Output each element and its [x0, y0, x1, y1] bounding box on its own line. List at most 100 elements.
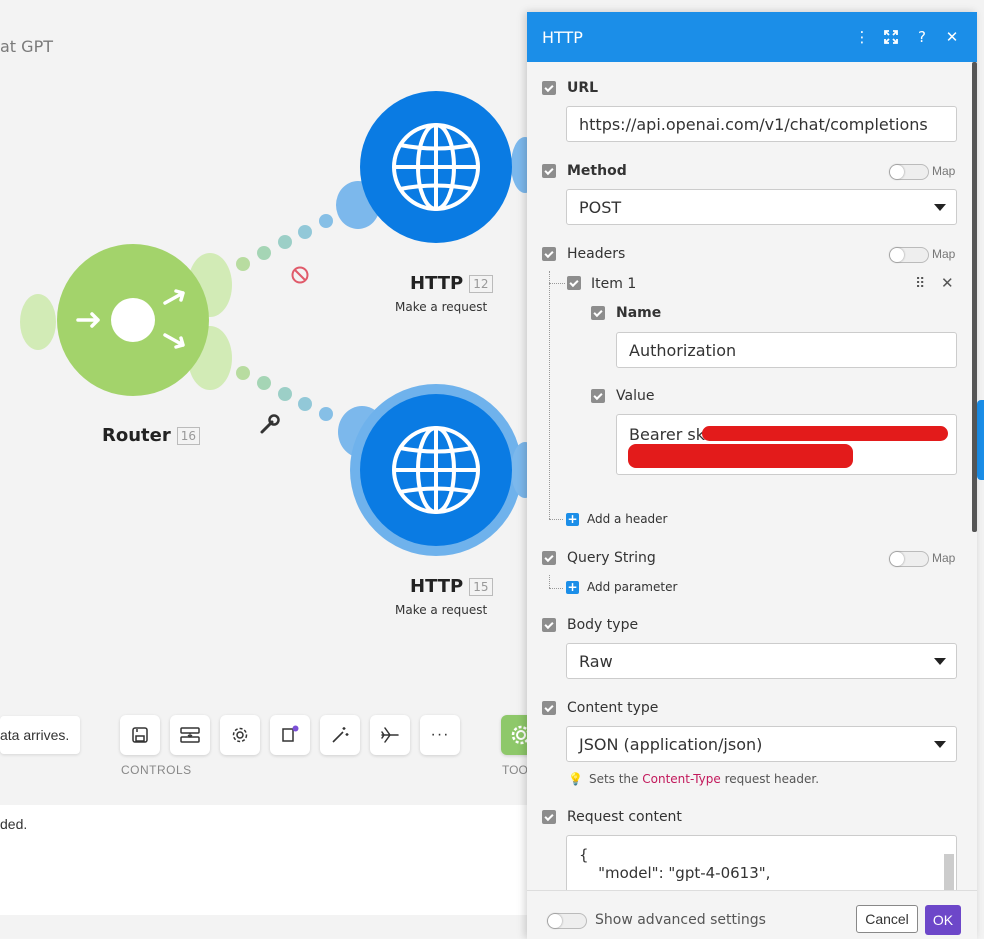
body-type-label: Body type — [567, 617, 639, 633]
item1-label: Item 1 — [591, 276, 637, 292]
scenario-settings-button[interactable] — [220, 715, 260, 755]
explain-flow-button[interactable] — [370, 715, 410, 755]
method-select[interactable]: POST — [566, 189, 957, 225]
http-12-id-badge: 12 — [469, 275, 493, 293]
request-content-textarea[interactable]: { "model": "gpt-4-0613", — [566, 835, 957, 895]
add-header-button[interactable]: + Add a header — [566, 512, 668, 526]
advanced-settings-label: Show advanced settings — [595, 912, 766, 928]
panel-header: HTTP ⋮ ? ✕ — [527, 12, 977, 62]
value-collapse-toggle[interactable] — [591, 389, 605, 403]
magic-wand-icon — [332, 727, 349, 743]
tree-branch — [549, 519, 563, 520]
notes-icon — [282, 725, 299, 742]
header-name-label: Name — [616, 305, 662, 321]
request-content-label: Request content — [567, 809, 682, 825]
notes-button[interactable] — [270, 715, 310, 755]
trigger-message: ata arrives. — [0, 727, 70, 743]
method-map-toggle[interactable] — [889, 164, 929, 180]
request-content-collapse-toggle[interactable] — [542, 810, 556, 824]
offscreen-node-fragment — [977, 400, 984, 480]
method-select-value: POST — [579, 197, 622, 217]
http-12-subtitle: Make a request — [395, 300, 488, 314]
content-type-value: JSON (application/json) — [579, 734, 763, 754]
query-string-label: Query String — [567, 550, 656, 566]
query-map-toggle[interactable] — [889, 551, 929, 567]
panel-title: HTTP — [542, 28, 583, 47]
content-type-link: Content-Type — [642, 772, 721, 786]
url-collapse-toggle[interactable] — [542, 81, 556, 95]
redaction-mark — [702, 426, 948, 441]
query-collapse-toggle[interactable] — [542, 551, 556, 565]
filter-disabled-icon[interactable] — [291, 266, 309, 284]
tree-branch — [549, 588, 563, 589]
save-icon — [132, 727, 148, 743]
cancel-button[interactable]: Cancel — [856, 905, 918, 933]
auto-align-icon — [180, 727, 200, 743]
kebab-menu-icon[interactable]: ⋮ — [851, 26, 873, 48]
caret-down-icon — [934, 741, 946, 748]
content-type-select[interactable]: JSON (application/json) — [566, 726, 957, 762]
headers-map-label: Map — [932, 247, 956, 261]
method-collapse-toggle[interactable] — [542, 164, 556, 178]
textarea-scrollbar[interactable] — [944, 854, 954, 894]
request-content-line: { — [579, 846, 589, 864]
headers-tree-line — [549, 271, 550, 519]
header-value-label: Value — [616, 388, 655, 404]
tools-label: TOO — [502, 763, 528, 777]
query-map-label: Map — [932, 551, 956, 565]
headers-collapse-toggle[interactable] — [542, 247, 556, 261]
advanced-settings-toggle[interactable] — [547, 913, 587, 929]
module-settings-panel: HTTP ⋮ ? ✕ URL https://api.openai.com/v1… — [527, 12, 977, 939]
router-label: Router 16 — [102, 425, 201, 446]
add-parameter-label: Add parameter — [587, 580, 678, 594]
drag-handle-icon[interactable]: ⠿ — [915, 275, 925, 292]
method-map-label: Map — [932, 164, 956, 178]
method-label: Method — [567, 163, 627, 179]
url-input[interactable]: https://api.openai.com/v1/chat/completio… — [566, 106, 957, 142]
close-icon[interactable]: ✕ — [941, 26, 963, 48]
help-icon[interactable]: ? — [911, 26, 933, 48]
request-content-line: "model": "gpt-4-0613", — [579, 864, 771, 882]
content-type-hint: 💡 Sets the Content-Type request header. — [568, 772, 820, 786]
magic-wand-button[interactable] — [320, 715, 360, 755]
headers-map-toggle[interactable] — [889, 247, 929, 263]
header-name-input[interactable]: Authorization — [616, 332, 957, 368]
expand-icon[interactable] — [880, 26, 902, 48]
log-panel — [0, 805, 540, 915]
query-tree-line — [549, 575, 550, 588]
content-type-collapse-toggle[interactable] — [542, 701, 556, 715]
body-type-select[interactable]: Raw — [566, 643, 957, 679]
headers-label: Headers — [567, 246, 626, 262]
http-12-label: HTTP 12 — [410, 273, 493, 294]
caret-down-icon — [934, 658, 946, 665]
content-type-label: Content type — [567, 700, 659, 716]
panel-scrollbar[interactable] — [972, 62, 977, 532]
router-input-handle — [20, 294, 56, 350]
body-type-collapse-toggle[interactable] — [542, 618, 556, 632]
globe-icon — [392, 123, 480, 211]
plus-icon: + — [566, 511, 579, 526]
name-collapse-toggle[interactable] — [591, 306, 605, 320]
add-parameter-button[interactable]: + Add parameter — [566, 580, 677, 594]
more-icon: ··· — [430, 726, 450, 743]
ok-button[interactable]: OK — [925, 905, 961, 935]
redaction-mark — [628, 444, 853, 468]
item1-collapse-toggle[interactable] — [567, 276, 581, 290]
remove-item-icon[interactable]: ✕ — [941, 274, 954, 292]
caret-down-icon — [934, 204, 946, 211]
lightbulb-icon: 💡 — [568, 772, 583, 786]
controls-label: CONTROLS — [121, 763, 192, 777]
tree-branch — [549, 283, 565, 284]
add-header-label: Add a header — [587, 512, 668, 526]
wrench-icon[interactable] — [260, 414, 280, 434]
gear-icon — [232, 727, 248, 743]
router-id-badge: 16 — [176, 427, 201, 445]
body-type-value: Raw — [579, 651, 613, 671]
http-15-subtitle: Make a request — [395, 603, 488, 617]
globe-icon — [392, 426, 480, 514]
more-button[interactable]: ··· — [420, 715, 460, 755]
plus-icon: + — [566, 579, 579, 594]
auto-align-button[interactable] — [170, 715, 210, 755]
save-button[interactable] — [120, 715, 160, 755]
log-message: ded. — [0, 816, 28, 832]
